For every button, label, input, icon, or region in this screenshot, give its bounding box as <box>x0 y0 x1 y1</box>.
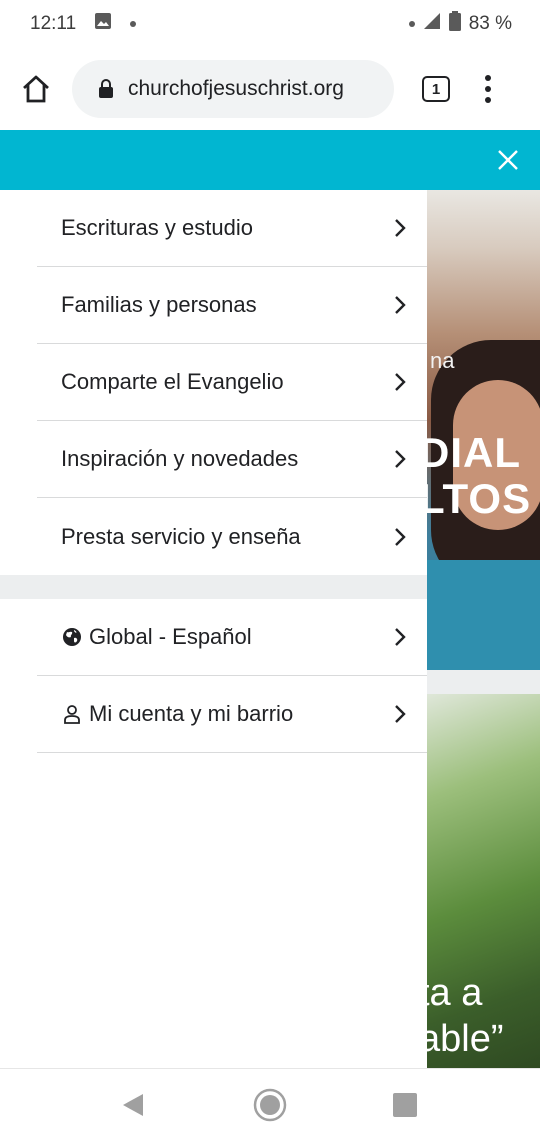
notification-dot-icon <box>130 21 137 27</box>
chevron-right-icon <box>395 450 406 468</box>
forest-caption: ta a able” <box>427 970 504 1062</box>
url-text: churchofjesuschrist.org <box>128 77 344 100</box>
menu-item-label: Inspiración y novedades <box>61 446 299 471</box>
menu-item-comparte[interactable]: Comparte el Evangelio <box>37 344 427 421</box>
home-button[interactable] <box>18 69 54 109</box>
signal-icon <box>423 12 441 36</box>
menu-item-label: Familias y personas <box>61 292 257 317</box>
menu-item-presta-servicio[interactable]: Presta servicio y enseña <box>37 498 427 575</box>
forest-caption-line1: ta a <box>427 972 483 1014</box>
home-nav-button[interactable] <box>252 1087 288 1128</box>
hero-title-line2: LTOS <box>427 475 532 522</box>
forest-caption-line2: able” <box>427 1018 504 1060</box>
status-left: 12:11 <box>30 12 137 36</box>
menu-item-account[interactable]: Mi cuenta y mi barrio <box>37 676 427 753</box>
menu-item-familias[interactable]: Familias y personas <box>37 267 427 344</box>
battery-icon <box>448 11 461 37</box>
more-icon-dot <box>485 75 491 81</box>
person-icon <box>61 703 83 725</box>
navigation-drawer: Escrituras y estudio Familias y personas… <box>0 190 427 1068</box>
hero-title: DIAL LTOS <box>427 430 531 522</box>
tab-count: 1 <box>431 80 441 98</box>
close-menu-button[interactable] <box>496 148 520 172</box>
menu-item-language[interactable]: Global - Español <box>37 599 427 676</box>
more-icon-dot <box>485 97 491 103</box>
address-bar[interactable]: churchofjesuschrist.org <box>72 60 394 118</box>
recent-apps-button[interactable] <box>393 1093 417 1117</box>
menu-item-inspiracion[interactable]: Inspiración y novedades <box>37 421 427 498</box>
menu-item-label: Escrituras y estudio <box>61 215 253 240</box>
notification-dot-icon <box>408 21 415 27</box>
hero-person-dress <box>427 560 540 670</box>
secondary-menu: Global - Español Mi cuenta y mi barrio <box>0 599 427 753</box>
chevron-right-icon <box>395 705 406 723</box>
chevron-right-icon <box>395 628 406 646</box>
chevron-right-icon <box>395 296 406 314</box>
more-icon-dot <box>485 86 491 92</box>
home-icon <box>23 75 49 103</box>
home-circle-icon <box>253 1088 287 1122</box>
menu-header <box>0 130 540 190</box>
menu-item-label: Comparte el Evangelio <box>61 369 284 394</box>
menu-item-label: Global - Español <box>89 624 252 649</box>
lock-icon <box>99 79 113 98</box>
menu-item-label: Mi cuenta y mi barrio <box>89 701 294 726</box>
browser-menu-button[interactable] <box>484 75 492 103</box>
background-page: na DIAL LTOS ta a able” <box>427 190 540 1068</box>
tab-switcher-button[interactable]: 1 <box>422 76 450 102</box>
close-icon <box>498 150 518 170</box>
back-button[interactable] <box>122 1093 144 1122</box>
status-right: 83 % <box>408 11 512 37</box>
hero-title-line1: DIAL <box>427 429 521 476</box>
image-notification-icon <box>94 12 112 36</box>
system-navigation-bar <box>0 1068 540 1140</box>
chevron-right-icon <box>395 527 406 546</box>
menu-section-divider <box>0 575 427 599</box>
menu-item-escrituras[interactable]: Escrituras y estudio <box>37 190 427 267</box>
chevron-right-icon <box>395 219 406 237</box>
globe-icon <box>61 626 83 648</box>
status-time: 12:11 <box>30 13 77 34</box>
section-divider <box>427 670 540 694</box>
status-bar: 12:11 83 % <box>0 0 540 48</box>
back-triangle-icon <box>123 1094 143 1116</box>
hero-image[interactable]: na DIAL LTOS <box>427 190 540 670</box>
hero-label: na <box>430 348 455 373</box>
chevron-right-icon <box>395 373 406 391</box>
primary-menu: Escrituras y estudio Familias y personas… <box>0 190 427 575</box>
browser-toolbar: churchofjesuschrist.org 1 <box>0 48 540 130</box>
battery-percent: 83 % <box>468 13 512 34</box>
menu-item-label: Presta servicio y enseña <box>61 523 301 549</box>
